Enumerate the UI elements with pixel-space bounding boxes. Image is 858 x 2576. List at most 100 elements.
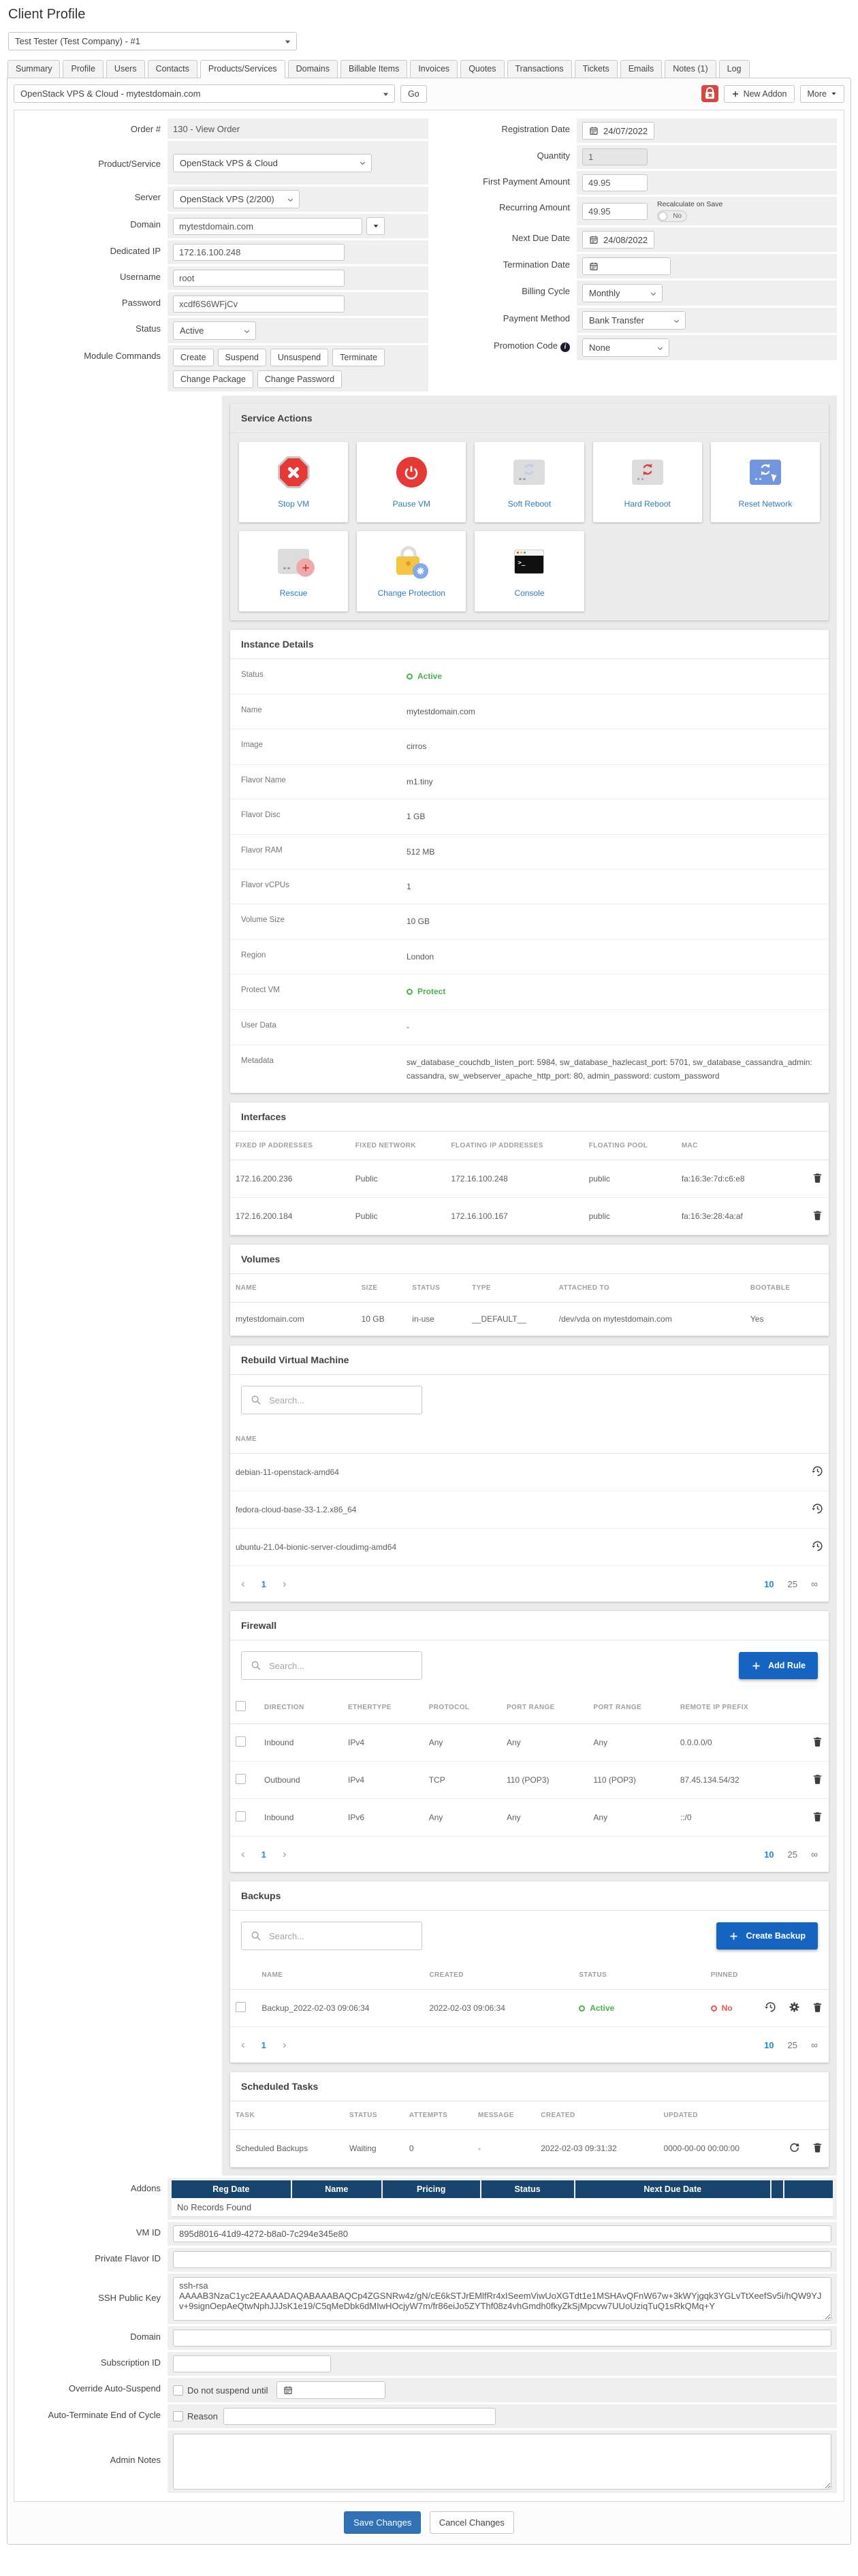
- delete-rule-icon[interactable]: [812, 1736, 823, 1747]
- page-next[interactable]: ›: [283, 1847, 287, 1861]
- hard-reboot-tile[interactable]: Hard Reboot: [592, 442, 702, 522]
- info-icon[interactable]: i: [560, 342, 570, 352]
- rebuild-search[interactable]: [241, 1386, 422, 1415]
- tab-notes[interactable]: Notes (1): [665, 60, 716, 78]
- page-prev[interactable]: ‹: [241, 1847, 245, 1861]
- page-size-all[interactable]: ∞: [811, 1578, 818, 1589]
- delete-interface-icon[interactable]: [812, 1209, 823, 1221]
- page-size-10[interactable]: 10: [764, 2040, 774, 2050]
- tab-profile[interactable]: Profile: [63, 60, 104, 78]
- page-size-all[interactable]: ∞: [811, 1849, 818, 1860]
- registration-date-input[interactable]: 24/07/2022: [582, 122, 655, 140]
- page-number[interactable]: 1: [261, 2040, 266, 2050]
- next-due-date-input[interactable]: 24/08/2022: [582, 231, 655, 249]
- admin-notes-textarea[interactable]: [173, 2434, 831, 2490]
- new-addon-button[interactable]: New Addon: [723, 84, 795, 103]
- row-checkbox[interactable]: [236, 2002, 246, 2013]
- go-button[interactable]: Go: [400, 84, 427, 103]
- restore-backup-icon[interactable]: [765, 2001, 776, 2013]
- termination-date-input[interactable]: [582, 257, 671, 275]
- terminate-reason-input[interactable]: [223, 2408, 496, 2426]
- auto-terminate-checkbox[interactable]: [173, 2411, 183, 2422]
- cancel-changes-button[interactable]: Cancel Changes: [429, 2511, 514, 2534]
- module-suspend-button[interactable]: Suspend: [217, 349, 266, 366]
- delete-task-icon[interactable]: [812, 2142, 823, 2153]
- page-number[interactable]: 1: [261, 1579, 266, 1589]
- stop-vm-tile[interactable]: Stop VM: [239, 442, 349, 522]
- tab-emails[interactable]: Emails: [620, 60, 663, 78]
- tab-summary[interactable]: Summary: [7, 60, 61, 78]
- module-change-password-button[interactable]: Change Password: [257, 370, 343, 388]
- page-size-25[interactable]: 25: [788, 1849, 797, 1860]
- firewall-search-input[interactable]: [269, 1660, 413, 1671]
- page-prev[interactable]: ‹: [241, 1577, 245, 1591]
- recurring-amount-input[interactable]: [582, 202, 648, 220]
- page-size-25[interactable]: 25: [788, 2040, 797, 2050]
- module-terminate-button[interactable]: Terminate: [332, 349, 385, 366]
- status-select[interactable]: Active: [173, 321, 256, 340]
- first-payment-input[interactable]: [582, 174, 648, 191]
- delete-backup-icon[interactable]: [812, 2001, 823, 2013]
- backups-search-input[interactable]: [269, 1930, 413, 1941]
- server-select[interactable]: OpenStack VPS (2/200): [173, 190, 300, 208]
- override-auto-suspend-checkbox[interactable]: [173, 2385, 183, 2396]
- username-input[interactable]: [173, 270, 345, 287]
- ssh-public-key-textarea[interactable]: ssh-rsa AAAAB3NzaC1yc2EAAAADAQABAAABAQCp…: [173, 2277, 831, 2321]
- page-number[interactable]: 1: [261, 1849, 266, 1860]
- order-value[interactable]: 130 - View Order: [173, 124, 240, 134]
- tab-billable-items[interactable]: Billable Items: [340, 60, 408, 78]
- module-change-package-button[interactable]: Change Package: [173, 370, 253, 388]
- billing-cycle-select[interactable]: Monthly: [582, 284, 663, 302]
- vm-id-input[interactable]: [173, 2225, 831, 2243]
- console-tile[interactable]: >_ Console: [475, 531, 584, 611]
- retry-task-icon[interactable]: [789, 2142, 800, 2153]
- row-checkbox[interactable]: [236, 1736, 246, 1747]
- page-size-all[interactable]: ∞: [811, 2039, 818, 2050]
- rebuild-search-input[interactable]: [269, 1395, 413, 1405]
- tab-users[interactable]: Users: [106, 60, 145, 78]
- promotion-code-select[interactable]: None: [582, 338, 669, 357]
- service-select[interactable]: OpenStack VPS & Cloud - mytestdomain.com: [14, 84, 395, 103]
- module-unsuspend-button[interactable]: Unsuspend: [270, 349, 329, 366]
- delete-rule-icon[interactable]: [812, 1773, 823, 1785]
- rebuild-image-icon[interactable]: [812, 1503, 823, 1514]
- domain-input[interactable]: [173, 217, 362, 235]
- delete-interface-icon[interactable]: [812, 1172, 823, 1183]
- tab-tickets[interactable]: Tickets: [574, 60, 618, 78]
- firewall-search[interactable]: [241, 1651, 422, 1681]
- backup-settings-gear-icon[interactable]: [789, 2001, 800, 2013]
- soft-reboot-tile[interactable]: Soft Reboot: [475, 442, 584, 522]
- add-rule-button[interactable]: Add Rule: [739, 1652, 818, 1680]
- page-size-25[interactable]: 25: [788, 1579, 797, 1589]
- lock-icon[interactable]: [701, 85, 718, 102]
- create-backup-button[interactable]: Create Backup: [716, 1922, 818, 1950]
- page-next[interactable]: ›: [283, 1577, 287, 1591]
- tab-quotes[interactable]: Quotes: [460, 60, 505, 78]
- dedicated-ip-input[interactable]: [173, 244, 345, 261]
- rebuild-image-icon[interactable]: [812, 1465, 823, 1477]
- backups-search[interactable]: [241, 1922, 422, 1951]
- tab-contacts[interactable]: Contacts: [147, 60, 197, 78]
- tab-invoices[interactable]: Invoices: [410, 60, 458, 78]
- page-next[interactable]: ›: [283, 2038, 287, 2052]
- row-checkbox[interactable]: [236, 1811, 246, 1822]
- page-prev[interactable]: ‹: [241, 2038, 245, 2052]
- change-protection-tile[interactable]: Change Protection: [357, 531, 466, 611]
- tab-transactions[interactable]: Transactions: [507, 60, 572, 78]
- page-size-10[interactable]: 10: [764, 1849, 774, 1860]
- row-checkbox[interactable]: [236, 1774, 246, 1785]
- reset-network-tile[interactable]: Reset Network: [710, 442, 820, 522]
- product-service-select[interactable]: OpenStack VPS & Cloud: [173, 153, 372, 172]
- more-button[interactable]: More: [799, 84, 844, 103]
- page-size-10[interactable]: 10: [764, 1579, 774, 1589]
- tab-domains[interactable]: Domains: [287, 60, 338, 78]
- recalculate-toggle[interactable]: No: [657, 210, 687, 222]
- domain-extra-input[interactable]: [173, 2329, 831, 2347]
- suspend-until-date-input[interactable]: [276, 2381, 385, 2400]
- module-create-button[interactable]: Create: [173, 349, 214, 366]
- rescue-tile[interactable]: Rescue: [239, 531, 349, 611]
- subscription-id-input[interactable]: [173, 2355, 331, 2373]
- password-input[interactable]: [173, 296, 345, 313]
- payment-method-select[interactable]: Bank Transfer: [582, 311, 686, 330]
- tab-products-services[interactable]: Products/Services: [200, 60, 285, 78]
